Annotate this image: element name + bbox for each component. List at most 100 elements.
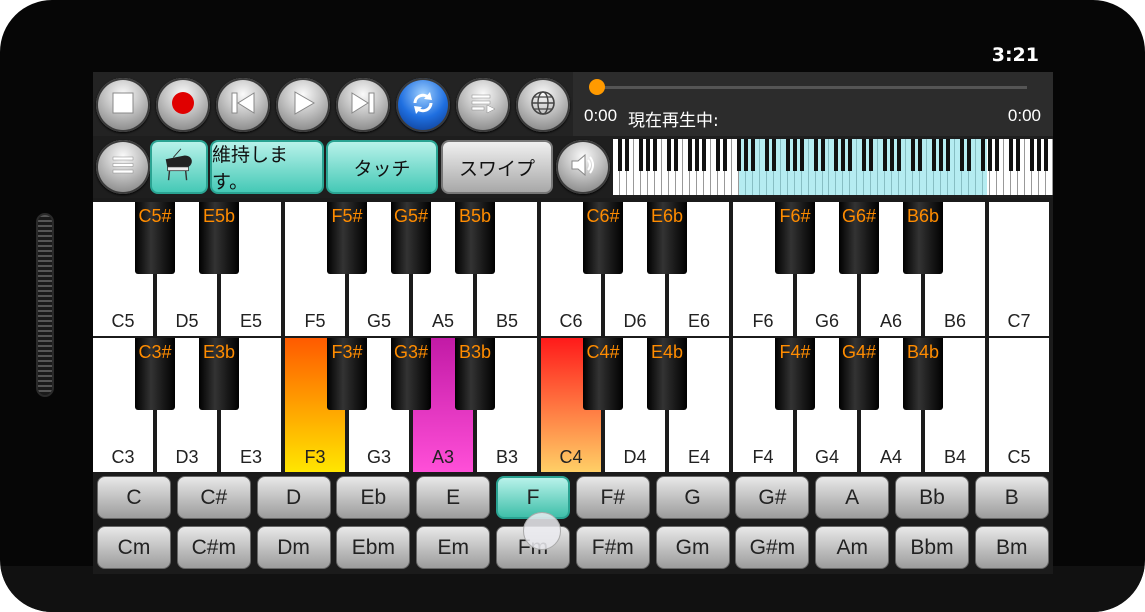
chord-button[interactable]: Em: [416, 526, 491, 569]
record-button[interactable]: [156, 78, 210, 132]
lower-black-key[interactable]: G4#: [839, 338, 879, 410]
chord-button[interactable]: Bbm: [895, 526, 969, 569]
play-icon: [288, 88, 318, 123]
upper-black-key[interactable]: G5#: [391, 202, 431, 274]
playlist-icon: [468, 88, 498, 123]
status-clock: 3:21: [991, 44, 1039, 66]
chord-button[interactable]: Am: [815, 526, 890, 569]
upper-black-key[interactable]: C6#: [583, 202, 623, 274]
sustain-button[interactable]: 維持します。: [210, 140, 324, 194]
speaker-grille: [36, 213, 54, 397]
lower-black-key[interactable]: G3#: [391, 338, 431, 410]
chord-button[interactable]: E: [416, 476, 491, 519]
chord-button[interactable]: D: [256, 476, 331, 519]
lower-black-key[interactable]: E4b: [647, 338, 687, 410]
lower-black-key[interactable]: C4#: [583, 338, 623, 410]
upper-black-key[interactable]: G6#: [839, 202, 879, 274]
chord-button[interactable]: B: [974, 476, 1049, 519]
key-label: C7: [1007, 311, 1031, 331]
overview-black-key: [771, 139, 776, 171]
skip-previous-icon: [228, 88, 258, 123]
chord-button[interactable]: G: [655, 476, 730, 519]
key-label: E6b: [650, 206, 684, 226]
chord-button[interactable]: Bb: [895, 476, 969, 519]
chord-button[interactable]: F#m: [575, 526, 650, 569]
lower-black-key[interactable]: F4#: [775, 338, 815, 410]
upper-black-key[interactable]: B6b: [903, 202, 943, 274]
chord-button[interactable]: G#m: [735, 526, 810, 569]
web-button[interactable]: [516, 78, 570, 132]
chord-button[interactable]: Ebm: [336, 526, 411, 569]
overview-black-key: [1044, 139, 1049, 171]
overview-black-key: [918, 139, 923, 171]
toolbar: 0:00 現在再生中: 0:00: [93, 72, 1053, 136]
key-label: G4: [814, 447, 839, 467]
chord-button[interactable]: Eb: [336, 476, 411, 519]
touch-indicator: [523, 512, 561, 550]
key-label: G6#: [841, 206, 877, 226]
chord-button[interactable]: C#: [176, 476, 251, 519]
upper-black-key[interactable]: B5b: [455, 202, 495, 274]
key-label: F6#: [779, 206, 811, 226]
speaker-icon: [568, 150, 598, 185]
key-label: B6b: [906, 206, 940, 226]
lower-black-key[interactable]: C3#: [135, 338, 175, 410]
overview-black-key: [764, 139, 769, 171]
chord-button[interactable]: C: [97, 476, 171, 519]
lower-black-key[interactable]: F3#: [327, 338, 367, 410]
repeat-button[interactable]: [396, 78, 450, 132]
key-label: E4b: [650, 342, 684, 362]
progress-bar[interactable]: [589, 79, 1027, 95]
playlist-button[interactable]: [456, 78, 510, 132]
key-label: C4: [559, 447, 583, 467]
upper-black-key[interactable]: F5#: [327, 202, 367, 274]
overview-black-key: [722, 139, 727, 171]
upper-black-key[interactable]: C5#: [135, 202, 175, 274]
play-button[interactable]: [276, 78, 330, 132]
overview-black-key: [743, 139, 748, 171]
keyboard-lower: C3 D3 E3 F3 G3 A3 B3 C4 D4 E4 F4 G4 A4 B4 C5 C3# E3b F3# G…: [93, 338, 1053, 472]
chord-button[interactable]: Gm: [655, 526, 730, 569]
chord-button[interactable]: A: [815, 476, 890, 519]
record-icon: [168, 88, 198, 123]
key-label: E5: [239, 311, 263, 331]
instrument-button[interactable]: [150, 140, 208, 194]
overview-black-key: [750, 139, 755, 171]
chord-button[interactable]: F: [496, 476, 570, 519]
keyboard-overview[interactable]: [613, 139, 1053, 195]
key-label: C4#: [586, 342, 620, 362]
overview-black-key: [890, 139, 895, 171]
overview-black-key: [785, 139, 790, 171]
overview-black-key: [1016, 139, 1021, 171]
next-button[interactable]: [336, 78, 390, 132]
volume-button[interactable]: [556, 140, 610, 194]
chord-button[interactable]: Dm: [256, 526, 331, 569]
upper-black-key[interactable]: F6#: [775, 202, 815, 274]
upper-black-key[interactable]: E5b: [199, 202, 239, 274]
chord-button[interactable]: Bm: [974, 526, 1049, 569]
key-label: G5#: [393, 206, 429, 226]
overview-black-key: [995, 139, 1000, 171]
menu-button[interactable]: [96, 140, 150, 194]
upper-black-key[interactable]: E6b: [647, 202, 687, 274]
progress-handle[interactable]: [589, 79, 605, 95]
lower-black-key[interactable]: B3b: [455, 338, 495, 410]
chord-button[interactable]: Cm: [97, 526, 171, 569]
chord-button[interactable]: C#m: [176, 526, 251, 569]
overview-black-key: [701, 139, 706, 171]
swipe-mode-button[interactable]: スワイプ: [441, 140, 553, 194]
lower-white-key[interactable]: C5: [989, 338, 1051, 472]
lower-black-key[interactable]: B4b: [903, 338, 943, 410]
key-label: C5: [111, 311, 135, 331]
chord-button[interactable]: G#: [735, 476, 810, 519]
lower-black-key[interactable]: E3b: [199, 338, 239, 410]
key-label: C6#: [586, 206, 620, 226]
overview-black-key: [645, 139, 650, 171]
media-player: 0:00 現在再生中: 0:00: [573, 72, 1053, 136]
overview-black-key: [981, 139, 986, 171]
upper-white-key[interactable]: C7: [989, 202, 1051, 336]
chord-button[interactable]: F#: [575, 476, 650, 519]
touch-mode-button[interactable]: タッチ: [326, 140, 438, 194]
previous-button[interactable]: [216, 78, 270, 132]
stop-button[interactable]: [96, 78, 150, 132]
